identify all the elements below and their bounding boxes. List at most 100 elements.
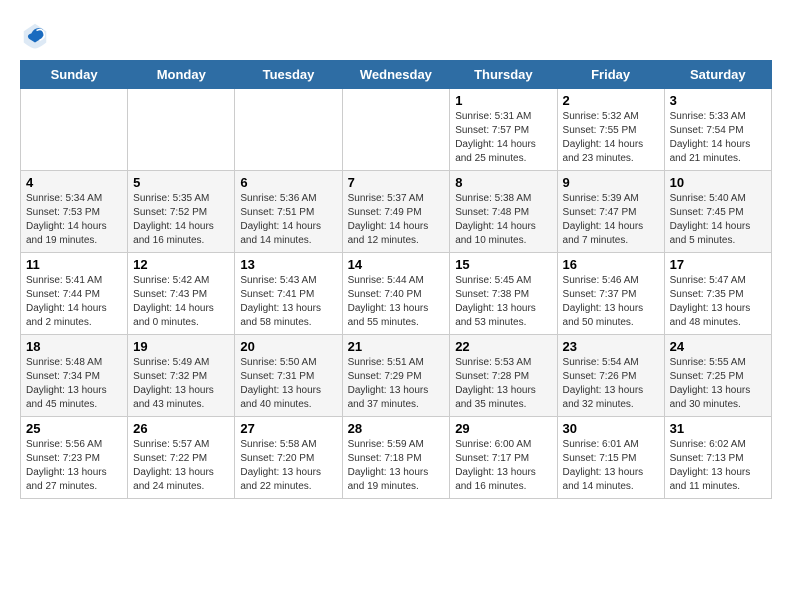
calendar-cell: 1 Sunrise: 5:31 AM Sunset: 7:57 PM Daylig… [450,89,557,171]
calendar-cell: 17Sunrise: 5:47 AM Sunset: 7:35 PM Dayli… [664,253,771,335]
day-number: 10 [670,175,766,190]
weekday-header-saturday: Saturday [664,61,771,89]
day-number: 8 [455,175,551,190]
calendar-body: 1 Sunrise: 5:31 AM Sunset: 7:57 PM Daylig… [21,89,772,499]
calendar-cell: 12Sunrise: 5:42 AM Sunset: 7:43 PM Dayli… [128,253,235,335]
logo [20,20,52,50]
day-number: 9 [563,175,659,190]
day-number: 15 [455,257,551,272]
day-info: Sunrise: 6:02 AM Sunset: 7:13 PM Dayligh… [670,438,766,494]
day-number: 11 [26,257,122,272]
weekday-header-tuesday: Tuesday [235,61,342,89]
day-info: Sunrise: 5:56 AM Sunset: 7:23 PM Dayligh… [26,438,122,494]
day-number: 22 [455,339,551,354]
logo-icon [20,20,50,50]
day-info: Sunrise: 5:37 AM Sunset: 7:49 PM Dayligh… [348,192,445,248]
calendar-cell: 13Sunrise: 5:43 AM Sunset: 7:41 PM Dayli… [235,253,342,335]
day-info: Sunrise: 5:51 AM Sunset: 7:29 PM Dayligh… [348,356,445,412]
calendar-cell: 7 Sunrise: 5:37 AM Sunset: 7:49 PM Daylig… [342,171,450,253]
calendar-cell: 28Sunrise: 5:59 AM Sunset: 7:18 PM Dayli… [342,417,450,499]
day-number: 30 [563,421,659,436]
calendar-cell: 10 Sunrise: 5:40 AM Sunset: 7:45 PM Dayli… [664,171,771,253]
calendar-table: SundayMondayTuesdayWednesdayThursdayFrid… [20,60,772,499]
day-info: Sunrise: 5:38 AM Sunset: 7:48 PM Dayligh… [455,192,551,248]
day-info: Sunrise: 5:46 AM Sunset: 7:37 PM Dayligh… [563,274,659,330]
day-number: 23 [563,339,659,354]
day-number: 17 [670,257,766,272]
day-info: Sunrise: 5:44 AM Sunset: 7:40 PM Dayligh… [348,274,445,330]
day-info: Sunrise: 5:50 AM Sunset: 7:31 PM Dayligh… [240,356,336,412]
day-number: 31 [670,421,766,436]
calendar-cell: 19 Sunrise: 5:49 AM Sunset: 7:32 PM Dayli… [128,335,235,417]
calendar-week-1: 1 Sunrise: 5:31 AM Sunset: 7:57 PM Daylig… [21,89,772,171]
day-number: 19 [133,339,229,354]
day-number: 20 [240,339,336,354]
day-number: 6 [240,175,336,190]
day-info: Sunrise: 5:36 AM Sunset: 7:51 PM Dayligh… [240,192,336,248]
day-info: Sunrise: 5:59 AM Sunset: 7:18 PM Dayligh… [348,438,445,494]
calendar-cell: 29Sunrise: 6:00 AM Sunset: 7:17 PM Dayli… [450,417,557,499]
day-number: 3 [670,93,766,108]
weekday-header-friday: Friday [557,61,664,89]
day-info: Sunrise: 5:57 AM Sunset: 7:22 PM Dayligh… [133,438,229,494]
calendar-cell [128,89,235,171]
day-number: 4 [26,175,122,190]
calendar-week-2: 4 Sunrise: 5:34 AM Sunset: 7:53 PM Daylig… [21,171,772,253]
day-number: 29 [455,421,551,436]
calendar-cell: 18 Sunrise: 5:48 AM Sunset: 7:34 PM Dayli… [21,335,128,417]
calendar-week-4: 18 Sunrise: 5:48 AM Sunset: 7:34 PM Dayli… [21,335,772,417]
calendar-cell: 22Sunrise: 5:53 AM Sunset: 7:28 PM Dayli… [450,335,557,417]
calendar-cell: 23 Sunrise: 5:54 AM Sunset: 7:26 PM Dayli… [557,335,664,417]
calendar-cell: 16 Sunrise: 5:46 AM Sunset: 7:37 PM Dayli… [557,253,664,335]
day-number: 25 [26,421,122,436]
day-number: 5 [133,175,229,190]
day-info: Sunrise: 5:39 AM Sunset: 7:47 PM Dayligh… [563,192,659,248]
day-info: Sunrise: 5:31 AM Sunset: 7:57 PM Dayligh… [455,110,551,166]
calendar-cell: 21 Sunrise: 5:51 AM Sunset: 7:29 PM Dayli… [342,335,450,417]
calendar-cell: 2 Sunrise: 5:32 AM Sunset: 7:55 PM Daylig… [557,89,664,171]
calendar-header: SundayMondayTuesdayWednesdayThursdayFrid… [21,61,772,89]
day-number: 7 [348,175,445,190]
day-number: 12 [133,257,229,272]
calendar-cell: 25 Sunrise: 5:56 AM Sunset: 7:23 PM Dayli… [21,417,128,499]
day-info: Sunrise: 5:45 AM Sunset: 7:38 PM Dayligh… [455,274,551,330]
calendar-cell: 15 Sunrise: 5:45 AM Sunset: 7:38 PM Dayli… [450,253,557,335]
day-info: Sunrise: 5:48 AM Sunset: 7:34 PM Dayligh… [26,356,122,412]
day-info: Sunrise: 5:35 AM Sunset: 7:52 PM Dayligh… [133,192,229,248]
day-info: Sunrise: 5:55 AM Sunset: 7:25 PM Dayligh… [670,356,766,412]
calendar-week-3: 11 Sunrise: 5:41 AM Sunset: 7:44 PM Dayli… [21,253,772,335]
day-number: 18 [26,339,122,354]
day-number: 2 [563,93,659,108]
day-info: Sunrise: 5:54 AM Sunset: 7:26 PM Dayligh… [563,356,659,412]
day-number: 16 [563,257,659,272]
calendar-cell [21,89,128,171]
calendar-cell: 9 Sunrise: 5:39 AM Sunset: 7:47 PM Daylig… [557,171,664,253]
weekday-header-sunday: Sunday [21,61,128,89]
day-number: 24 [670,339,766,354]
day-info: Sunrise: 5:43 AM Sunset: 7:41 PM Dayligh… [240,274,336,330]
weekday-header-thursday: Thursday [450,61,557,89]
calendar-cell: 20 Sunrise: 5:50 AM Sunset: 7:31 PM Dayli… [235,335,342,417]
calendar-cell [235,89,342,171]
day-number: 26 [133,421,229,436]
day-info: Sunrise: 5:33 AM Sunset: 7:54 PM Dayligh… [670,110,766,166]
calendar-cell: 6 Sunrise: 5:36 AM Sunset: 7:51 PM Daylig… [235,171,342,253]
day-number: 14 [348,257,445,272]
calendar-cell: 14 Sunrise: 5:44 AM Sunset: 7:40 PM Dayli… [342,253,450,335]
day-number: 1 [455,93,551,108]
calendar-cell: 11 Sunrise: 5:41 AM Sunset: 7:44 PM Dayli… [21,253,128,335]
day-info: Sunrise: 5:32 AM Sunset: 7:55 PM Dayligh… [563,110,659,166]
day-info: Sunrise: 5:49 AM Sunset: 7:32 PM Dayligh… [133,356,229,412]
weekday-header-monday: Monday [128,61,235,89]
weekday-header-row: SundayMondayTuesdayWednesdayThursdayFrid… [21,61,772,89]
calendar-cell: 27Sunrise: 5:58 AM Sunset: 7:20 PM Dayli… [235,417,342,499]
day-info: Sunrise: 5:41 AM Sunset: 7:44 PM Dayligh… [26,274,122,330]
day-info: Sunrise: 5:58 AM Sunset: 7:20 PM Dayligh… [240,438,336,494]
page-header [20,20,772,50]
weekday-header-wednesday: Wednesday [342,61,450,89]
day-info: Sunrise: 5:34 AM Sunset: 7:53 PM Dayligh… [26,192,122,248]
calendar-cell: 31 Sunrise: 6:02 AM Sunset: 7:13 PM Dayli… [664,417,771,499]
day-number: 21 [348,339,445,354]
calendar-cell: 26 Sunrise: 5:57 AM Sunset: 7:22 PM Dayli… [128,417,235,499]
day-info: Sunrise: 5:40 AM Sunset: 7:45 PM Dayligh… [670,192,766,248]
